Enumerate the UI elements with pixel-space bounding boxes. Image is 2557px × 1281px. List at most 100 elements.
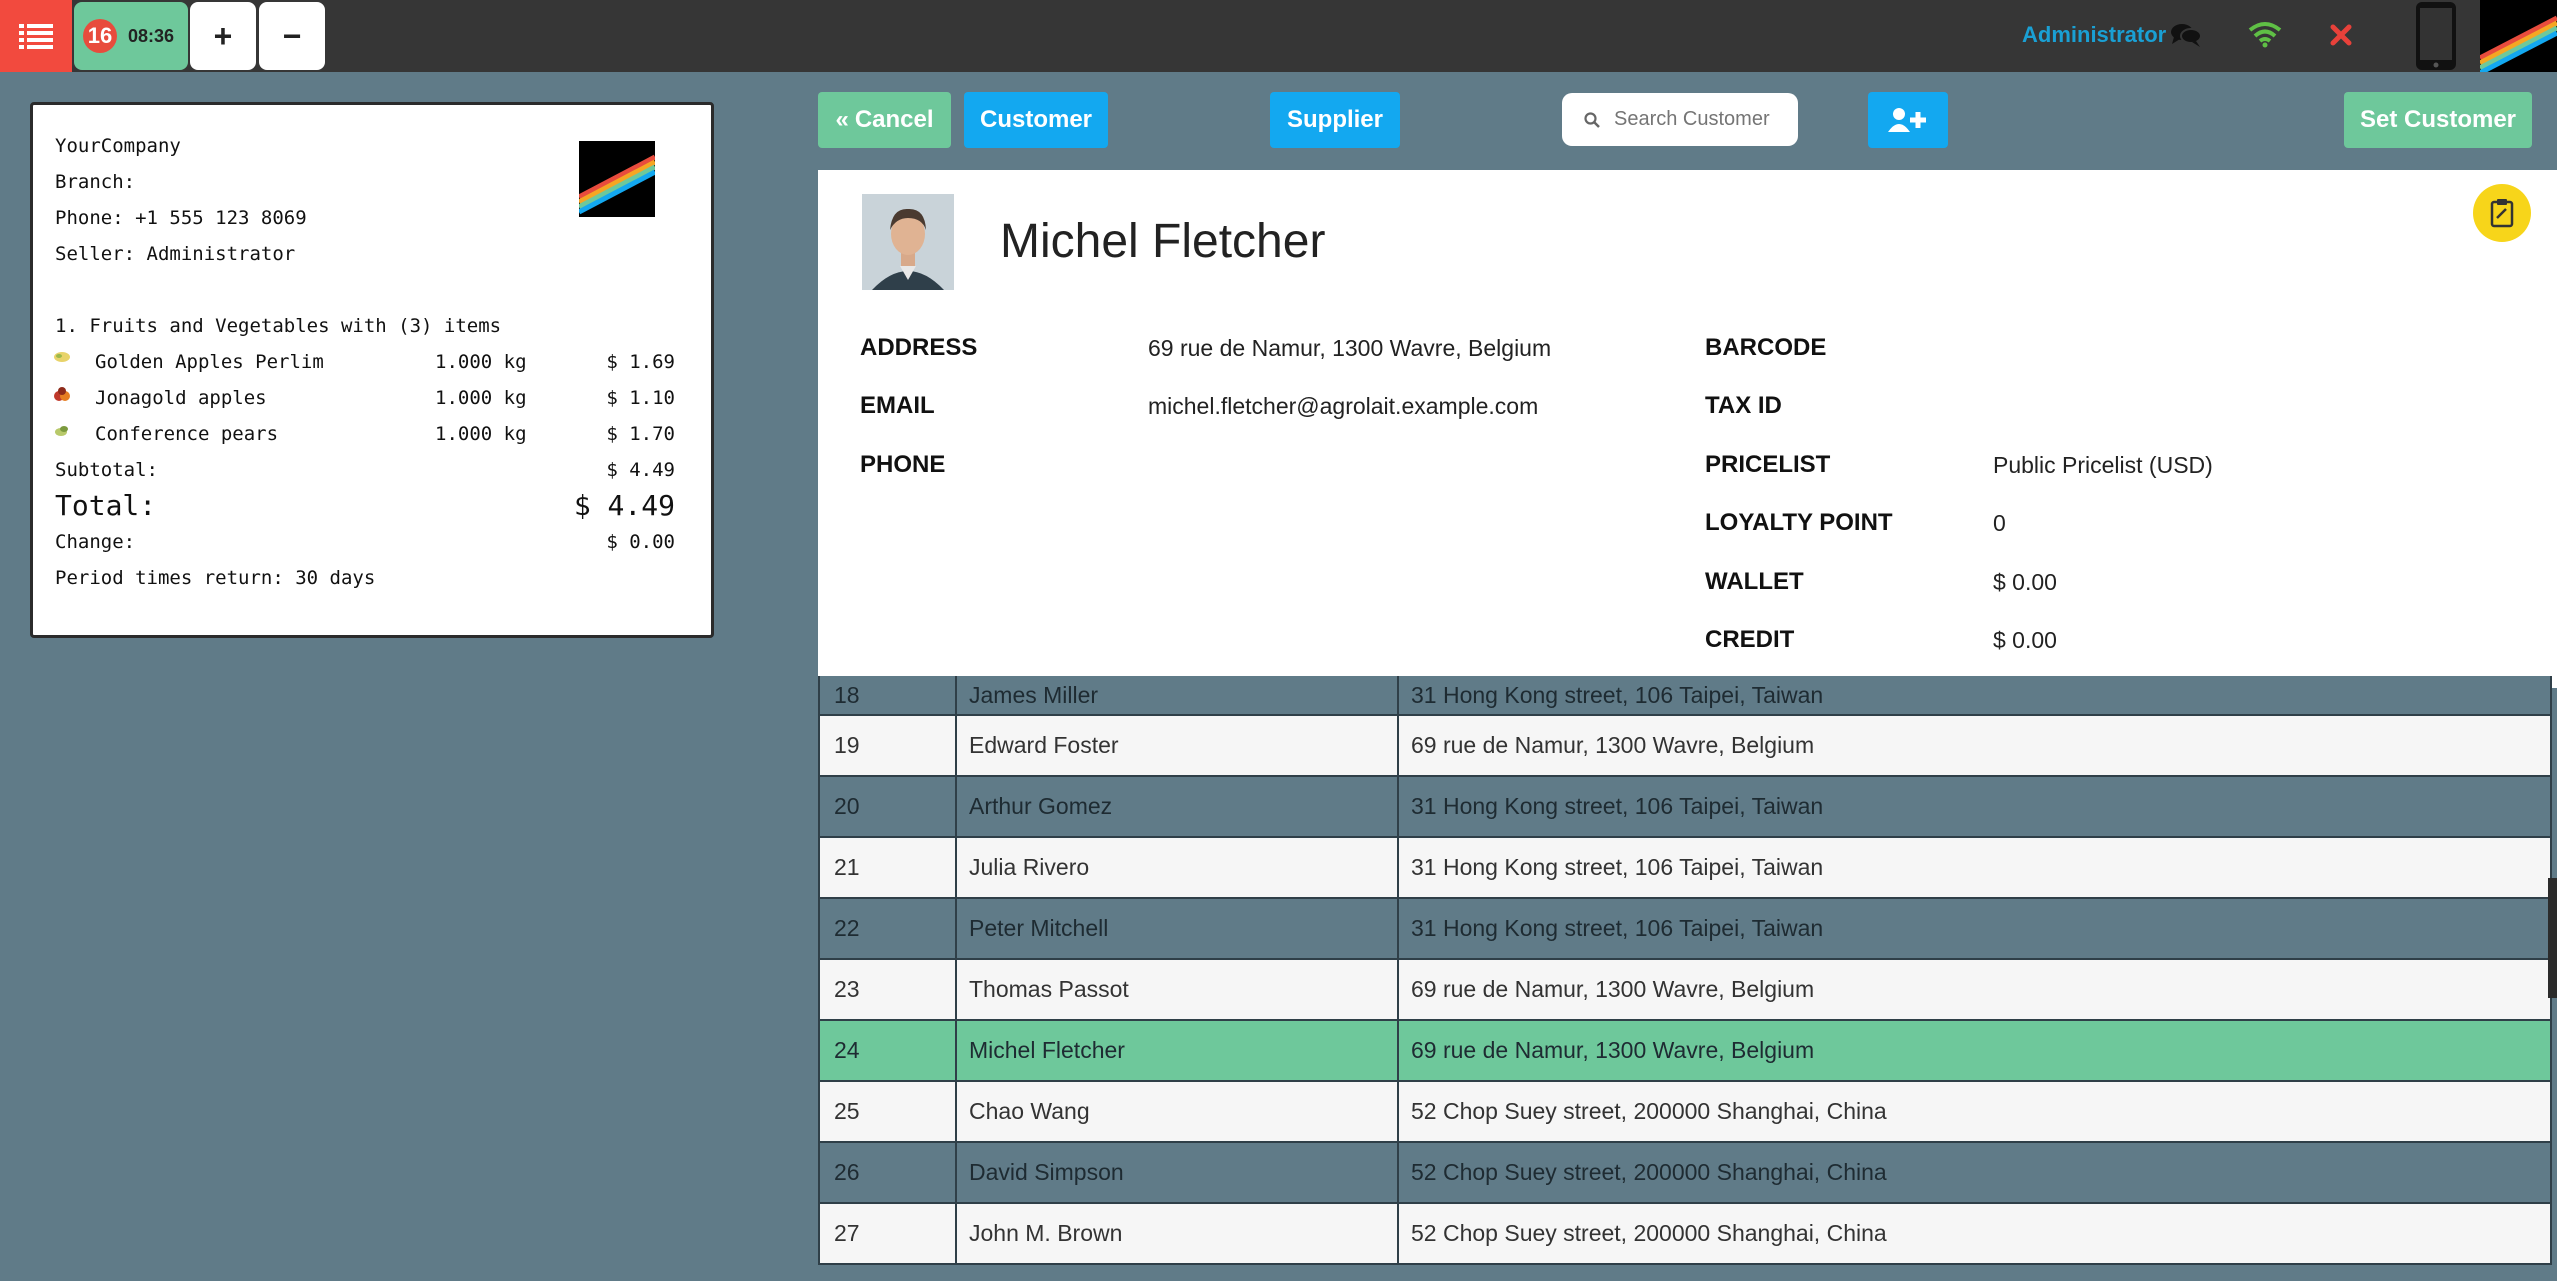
customer-address-cell: 69 rue de Namur, 1300 Wavre, Belgium	[1399, 1021, 2552, 1080]
receipt-item-price: $ 1.70	[606, 423, 675, 445]
mobile-device-icon[interactable]	[2412, 2, 2460, 70]
table-row[interactable]: 21 Julia Rivero 31 Hong Kong street, 106…	[818, 838, 2552, 899]
customer-id-cell: 18	[818, 676, 957, 714]
search-box[interactable]	[1562, 93, 1798, 146]
receipt-total-label: Total:	[55, 489, 157, 522]
golden-apple-icon	[53, 349, 71, 367]
email-value: michel.fletcher@agrolait.example.com	[1148, 393, 1539, 419]
customer-id-cell: 24	[818, 1021, 957, 1080]
customer-id-cell: 22	[818, 899, 957, 958]
table-row[interactable]: 23 Thomas Passot 69 rue de Namur, 1300 W…	[818, 960, 2552, 1021]
customer-name-cell: Thomas Passot	[957, 960, 1399, 1019]
customer-address-cell: 69 rue de Namur, 1300 Wavre, Belgium	[1399, 716, 2552, 775]
wifi-icon	[2248, 20, 2282, 53]
receipt-logo	[579, 141, 655, 217]
credit-value: $ 0.00	[1993, 627, 2057, 653]
table-row[interactable]: 18 James Miller 31 Hong Kong street, 106…	[818, 676, 2552, 716]
customer-name-cell: John M. Brown	[957, 1204, 1399, 1263]
receipt-seller: Seller: Administrator	[55, 243, 296, 265]
credit-label: CREDIT	[1705, 626, 1795, 653]
customer-name-cell: Julia Rivero	[957, 838, 1399, 897]
wallet-label: WALLET	[1705, 568, 1804, 595]
receipt-item-price: $ 1.69	[606, 351, 675, 373]
customer-name-cell: James Miller	[957, 676, 1399, 714]
customer-name-cell: David Simpson	[957, 1143, 1399, 1202]
receipt-item-price: $ 1.10	[606, 387, 675, 409]
add-user-icon	[1888, 107, 1928, 133]
receipt-item-qty: 1.000 kg	[435, 351, 527, 373]
receipt-total-value: $ 4.49	[573, 489, 675, 522]
taxid-label: TAX ID	[1705, 392, 1782, 419]
company-logo	[2480, 0, 2557, 72]
table-row-selected[interactable]: 24 Michel Fletcher 69 rue de Namur, 1300…	[818, 1021, 2552, 1082]
receipt-item-name: Jonagold apples	[95, 387, 267, 409]
wallet-value: $ 0.00	[1993, 569, 2057, 595]
menu-list-icon[interactable]	[0, 0, 72, 72]
customer-address-cell: 69 rue de Namur, 1300 Wavre, Belgium	[1399, 960, 2552, 1019]
customer-detail-panel: Michel Fletcher ADDRESS 69 rue de Namur,…	[818, 170, 2557, 688]
table-row[interactable]: 22 Peter Mitchell 31 Hong Kong street, 1…	[818, 899, 2552, 960]
loyalty-label: LOYALTY POINT	[1705, 509, 1893, 536]
customer-address-cell: 52 Chop Suey street, 200000 Shanghai, Ch…	[1399, 1082, 2552, 1141]
cancel-label: Cancel	[854, 106, 934, 133]
receipt: YourCompany Branch: Phone: +1 555 123 80…	[30, 102, 714, 638]
receipt-subtotal-label: Subtotal:	[55, 459, 158, 481]
order-tab[interactable]: 16 08:36	[74, 2, 188, 70]
receipt-change-label: Change:	[55, 531, 136, 553]
double-chevron-left-icon: «	[835, 106, 849, 133]
top-bar: 16 08:36 + − Administrator	[0, 0, 2557, 72]
phone-label: PHONE	[860, 451, 946, 478]
order-time: 08:36	[128, 25, 175, 46]
receipt-return-period: Period times return: 30 days	[55, 567, 376, 589]
receipt-subtotal-value: $ 4.49	[606, 459, 675, 481]
pear-icon	[53, 421, 71, 439]
remove-order-button[interactable]: −	[259, 2, 325, 70]
customer-address-cell: 31 Hong Kong street, 106 Taipei, Taiwan	[1399, 899, 2552, 958]
user-name[interactable]: Administrator	[2022, 22, 2166, 48]
add-order-button[interactable]: +	[190, 2, 256, 70]
loyalty-value: 0	[1993, 510, 2006, 536]
search-icon	[1584, 111, 1600, 128]
customer-name: Michel Fletcher	[1000, 215, 1326, 268]
table-row[interactable]: 19 Edward Foster 69 rue de Namur, 1300 W…	[818, 716, 2552, 777]
customer-button[interactable]: Customer	[964, 92, 1108, 148]
pricelist-label: PRICELIST	[1705, 451, 1831, 478]
receipt-category: 1. Fruits and Vegetables with (3) items	[55, 315, 502, 337]
chat-icon[interactable]	[2170, 22, 2202, 53]
customer-id-cell: 23	[818, 960, 957, 1019]
customer-address-cell: 31 Hong Kong street, 106 Taipei, Taiwan	[1399, 676, 2552, 714]
customer-id-cell: 26	[818, 1143, 957, 1202]
customer-avatar	[862, 194, 954, 290]
customer-id-cell: 21	[818, 838, 957, 897]
red-apple-icon	[53, 385, 71, 403]
customer-id-cell: 20	[818, 777, 957, 836]
table-row[interactable]: 25 Chao Wang 52 Chop Suey street, 200000…	[818, 1082, 2552, 1143]
search-customer-input[interactable]	[1612, 107, 1796, 132]
customer-name-cell: Michel Fletcher	[957, 1021, 1399, 1080]
supplier-button[interactable]: Supplier	[1270, 92, 1400, 148]
close-icon[interactable]	[2330, 24, 2352, 51]
pricelist-value: Public Pricelist (USD)	[1993, 452, 2213, 478]
receipt-item-name: Golden Apples Perlim	[95, 351, 324, 373]
customer-name-cell: Peter Mitchell	[957, 899, 1399, 958]
customer-name-cell: Arthur Gomez	[957, 777, 1399, 836]
email-label: EMAIL	[860, 392, 935, 419]
receipt-company: YourCompany	[55, 135, 181, 157]
receipt-branch: Branch:	[55, 171, 136, 193]
set-customer-button[interactable]: Set Customer	[2344, 92, 2532, 148]
address-value: 69 rue de Namur, 1300 Wavre, Belgium	[1148, 335, 1552, 361]
table-row[interactable]: 27 John M. Brown 52 Chop Suey street, 20…	[818, 1204, 2552, 1265]
add-customer-button[interactable]	[1868, 92, 1948, 148]
customer-name-cell: Edward Foster	[957, 716, 1399, 775]
table-row[interactable]: 20 Arthur Gomez 31 Hong Kong street, 106…	[818, 777, 2552, 838]
table-row[interactable]: 26 David Simpson 52 Chop Suey street, 20…	[818, 1143, 2552, 1204]
customer-id-cell: 27	[818, 1204, 957, 1263]
edit-clipboard-icon[interactable]	[2473, 184, 2531, 242]
customer-id-cell: 19	[818, 716, 957, 775]
scrollbar-thumb[interactable]	[2548, 878, 2557, 998]
cancel-button[interactable]: « Cancel	[818, 92, 951, 148]
receipt-item-qty: 1.000 kg	[435, 423, 527, 445]
customer-address-cell: 31 Hong Kong street, 106 Taipei, Taiwan	[1399, 777, 2552, 836]
customer-address-cell: 31 Hong Kong street, 106 Taipei, Taiwan	[1399, 838, 2552, 897]
barcode-label: BARCODE	[1705, 334, 1827, 361]
